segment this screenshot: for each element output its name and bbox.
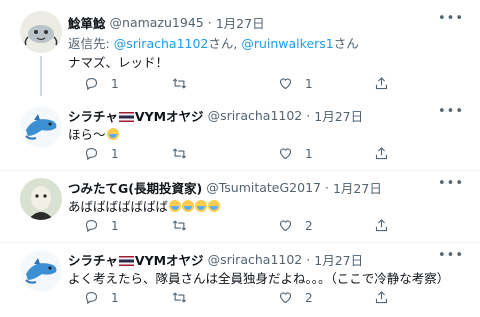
separator-dot: · bbox=[306, 107, 311, 123]
reply-button[interactable]: 1 bbox=[84, 218, 119, 233]
tweet-actions: 1 2 bbox=[84, 290, 388, 308]
share-button[interactable] bbox=[374, 76, 389, 91]
tweet[interactable]: シラチャ VYMオヤジ @sriracha1102 · 1月27日 ••• ほら〜… bbox=[0, 100, 480, 168]
author-handle[interactable]: @namazu1945 bbox=[110, 15, 204, 30]
like-count: 1 bbox=[305, 146, 313, 161]
separator-dot: · bbox=[325, 179, 329, 195]
tweet-actions: 1 2 bbox=[84, 218, 388, 236]
reply-icon bbox=[85, 147, 98, 161]
reply-thread: 鯰箪鯰 @namazu1945 · 1月27日 ••• 返信先: @srirac… bbox=[0, 0, 480, 317]
retweet-button[interactable] bbox=[172, 218, 187, 233]
avatar[interactable] bbox=[20, 178, 62, 220]
reply-count: 1 bbox=[111, 146, 119, 161]
avatar[interactable] bbox=[20, 11, 62, 53]
share-button[interactable] bbox=[374, 146, 389, 161]
thread-connector bbox=[40, 56, 42, 96]
like-button[interactable]: 1 bbox=[278, 76, 313, 91]
tweet-date[interactable]: 1月27日 bbox=[333, 178, 382, 197]
tweet-date[interactable]: 1月27日 bbox=[216, 13, 265, 32]
heart-icon bbox=[279, 148, 292, 160]
tweet-date[interactable]: 1月27日 bbox=[314, 106, 363, 125]
thailand-flag-icon bbox=[118, 255, 134, 266]
thailand-flag-icon bbox=[118, 111, 134, 122]
reply-button[interactable]: 1 bbox=[84, 290, 119, 305]
dolphin-avatar-icon bbox=[20, 250, 62, 292]
tweet-text: ナマズ、レッド！ bbox=[68, 55, 169, 70]
crying-emoji-icon bbox=[208, 200, 221, 212]
tweet-divider bbox=[0, 170, 480, 171]
tweet-text: ほら〜 bbox=[68, 124, 119, 143]
tweet[interactable]: シラチャ VYMオヤジ @sriracha1102 · 1月27日 ••• よく考… bbox=[0, 244, 480, 314]
crying-emoji-icon bbox=[169, 200, 182, 212]
dolphin-avatar-icon bbox=[20, 106, 62, 148]
author-handle[interactable]: @TsumitateG2017 bbox=[206, 180, 321, 195]
reply-button[interactable]: 1 bbox=[84, 76, 119, 91]
reply-button[interactable]: 1 bbox=[84, 146, 119, 161]
tweet-divider bbox=[0, 242, 480, 243]
crying-emoji-icon bbox=[195, 200, 208, 212]
retweet-button[interactable] bbox=[172, 290, 187, 305]
mention-link[interactable]: @ruinwalkers1 bbox=[241, 36, 333, 51]
more-options-icon[interactable]: ••• bbox=[438, 248, 464, 263]
author-name[interactable]: 鯰箪鯰 bbox=[68, 13, 106, 32]
share-button[interactable] bbox=[374, 290, 389, 305]
retweet-button[interactable] bbox=[172, 146, 187, 161]
tweet-text: よく考えたら、隊員さんは全員独身だよね。。。（ここで冷静な考察） bbox=[68, 271, 450, 286]
like-count: 1 bbox=[305, 76, 313, 91]
crying-emoji-icon bbox=[106, 128, 119, 140]
separator-dot: · bbox=[207, 14, 212, 30]
tweet[interactable]: 鯰箪鯰 @namazu1945 · 1月27日 ••• 返信先: @srirac… bbox=[0, 8, 480, 96]
author-handle[interactable]: @sriracha1102 bbox=[208, 252, 303, 267]
more-options-icon[interactable]: ••• bbox=[438, 104, 464, 119]
reply-icon bbox=[85, 219, 98, 233]
replying-to: 返信先: @sriracha1102さん, @ruinwalkers1さん bbox=[68, 36, 359, 51]
like-button[interactable]: 1 bbox=[278, 146, 313, 161]
tweet-actions: 1 1 bbox=[84, 146, 388, 164]
tweet[interactable]: つみたてG(長期投資家) @TsumitateG2017 · 1月27日 •••… bbox=[0, 172, 480, 240]
retweet-icon bbox=[172, 148, 187, 159]
separator-dot: · bbox=[306, 251, 311, 267]
crying-emoji-icon bbox=[182, 200, 195, 212]
heart-icon bbox=[279, 220, 292, 232]
author-name[interactable]: シラチャ VYMオヤジ bbox=[68, 250, 204, 269]
share-icon bbox=[375, 219, 388, 232]
tweet-date[interactable]: 1月27日 bbox=[314, 250, 363, 269]
avatar[interactable] bbox=[20, 250, 62, 292]
reply-count: 1 bbox=[111, 76, 119, 91]
like-count: 2 bbox=[305, 290, 313, 305]
more-options-icon[interactable]: ••• bbox=[438, 11, 464, 26]
like-count: 2 bbox=[305, 218, 313, 233]
avatar[interactable] bbox=[20, 106, 62, 148]
author-name[interactable]: つみたてG(長期投資家) bbox=[68, 178, 202, 197]
retweet-icon bbox=[172, 220, 187, 231]
tweet-text: あばばばばばばば bbox=[68, 196, 221, 215]
share-button[interactable] bbox=[374, 218, 389, 233]
mention-link[interactable]: @sriracha1102 bbox=[114, 36, 209, 51]
heart-icon bbox=[279, 78, 292, 90]
share-icon bbox=[375, 77, 388, 90]
reply-icon bbox=[85, 77, 98, 91]
author-handle[interactable]: @sriracha1102 bbox=[208, 108, 303, 123]
heart-icon bbox=[279, 292, 292, 304]
share-icon bbox=[375, 291, 388, 304]
tweet-actions: 1 1 bbox=[84, 76, 388, 94]
author-name[interactable]: シラチャ VYMオヤジ bbox=[68, 106, 204, 125]
reply-count: 1 bbox=[111, 290, 119, 305]
character-avatar-icon bbox=[20, 178, 62, 220]
share-icon bbox=[375, 147, 388, 160]
catfish-drawing-icon bbox=[20, 11, 62, 53]
retweet-icon bbox=[172, 292, 187, 303]
more-options-icon[interactable]: ••• bbox=[438, 176, 464, 191]
retweet-icon bbox=[172, 78, 187, 89]
reply-icon bbox=[85, 291, 98, 305]
retweet-button[interactable] bbox=[172, 76, 187, 91]
like-button[interactable]: 2 bbox=[278, 218, 313, 233]
reply-count: 1 bbox=[111, 218, 119, 233]
like-button[interactable]: 2 bbox=[278, 290, 313, 305]
